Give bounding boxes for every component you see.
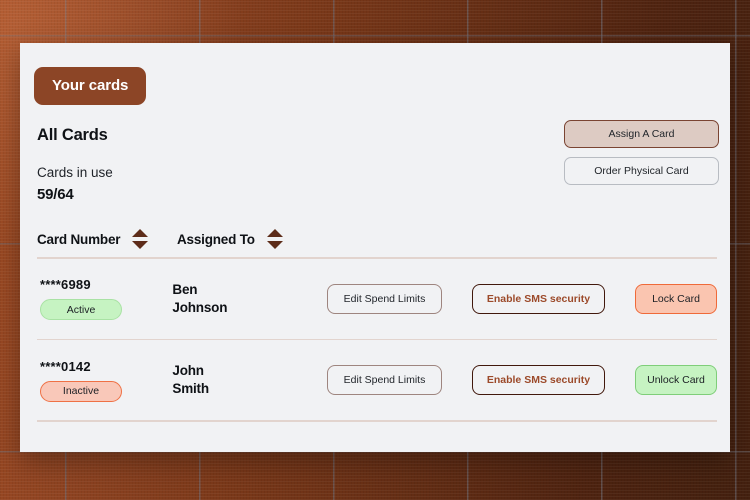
assignee-first-name: Ben: [172, 281, 198, 297]
order-physical-card-button[interactable]: Order Physical Card: [564, 157, 719, 185]
assignee-last-name: Smith: [172, 381, 209, 397]
table-footer-divider: [37, 420, 717, 422]
cell-assigned-to: John Smith: [172, 362, 327, 398]
cell-card-number: ****0142 Inactive: [37, 359, 172, 402]
card-number-text: ****0142: [40, 358, 91, 374]
enable-sms-security-button[interactable]: Enable SMS security: [472, 283, 605, 314]
cell-row-actions: Edit Spend Limits Enable SMS security Un…: [327, 365, 717, 396]
column-header-card-number[interactable]: Card Number: [37, 229, 177, 249]
cards-panel: Your cards All Cards Cards in use 59/64 …: [20, 43, 730, 452]
column-header-assigned-to-label: Assigned To: [177, 231, 255, 247]
table-row: ****6989 Active Ben Johnson Edit Spend L…: [37, 259, 717, 339]
status-badge: Active: [40, 299, 122, 321]
sort-updown-icon[interactable]: [266, 229, 284, 249]
column-header-assigned-to[interactable]: Assigned To: [177, 229, 337, 249]
table-header-row: Card Number Assigned To: [37, 221, 717, 257]
sort-updown-icon[interactable]: [132, 229, 149, 249]
card-number-text: ****6989: [40, 277, 91, 293]
cell-assigned-to: Ben Johnson: [172, 281, 327, 317]
enable-sms-security-button[interactable]: Enable SMS security: [472, 365, 605, 396]
cards-in-use-value: 59/64: [37, 186, 74, 203]
edit-spend-limits-button[interactable]: Edit Spend Limits: [327, 365, 442, 396]
assign-a-card-button[interactable]: Assign A Card: [564, 120, 719, 148]
status-badge: Inactive: [40, 380, 122, 402]
table-row: ****0142 Inactive John Smith Edit Spend …: [37, 340, 717, 420]
page-title: All Cards: [37, 126, 108, 144]
edit-spend-limits-button[interactable]: Edit Spend Limits: [327, 283, 442, 314]
cards-in-use-label: Cards in use: [37, 165, 113, 180]
assignee-first-name: John: [172, 363, 204, 379]
cell-row-actions: Edit Spend Limits Enable SMS security Lo…: [327, 283, 717, 314]
assignee-last-name: Johnson: [172, 299, 228, 315]
cards-table: Card Number Assigned To ****6989 Active …: [37, 221, 717, 422]
column-header-card-number-label: Card Number: [37, 231, 121, 247]
unlock-card-button[interactable]: Unlock Card: [635, 365, 717, 396]
top-actions-group: Assign A Card Order Physical Card: [564, 120, 719, 185]
cell-card-number: ****6989 Active: [37, 277, 172, 321]
page-title-badge: Your cards: [34, 67, 147, 105]
lock-card-button[interactable]: Lock Card: [635, 283, 717, 314]
